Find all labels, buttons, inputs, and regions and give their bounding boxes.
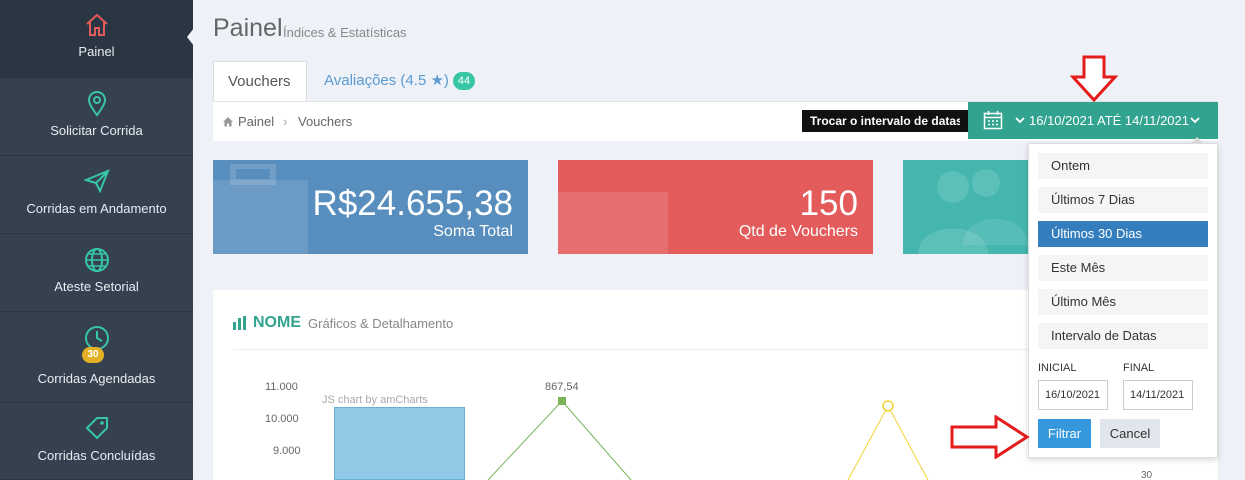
card-desc: Soma Total: [433, 223, 513, 240]
sidebar-item-label: Painel: [78, 44, 115, 59]
card-value: 150: [799, 184, 858, 223]
users-icon: [918, 169, 1028, 254]
home-icon: [85, 13, 108, 36]
sidebar-item-label: Corridas Concluídas: [37, 448, 156, 463]
ticket-icon: [558, 192, 668, 254]
sidebar-item-painel[interactable]: Painel: [0, 0, 193, 78]
reviews-count-badge: 44: [452, 72, 476, 91]
briefcase-icon: [213, 164, 308, 254]
breadcrumb-link-painel[interactable]: Painel: [238, 114, 274, 129]
arrow-right-annotation-icon: [950, 415, 1030, 459]
breadcrumb-current: Vouchers: [298, 114, 353, 129]
map-pin-icon: [87, 91, 106, 117]
range-option-este-mes[interactable]: Este Mês: [1038, 255, 1208, 281]
data-label: 867,54: [545, 381, 579, 393]
sidebar-item-corridas-concluidas[interactable]: Corridas Concluídas: [0, 403, 193, 480]
tooltip-arrow: [960, 116, 966, 126]
daterange-tooltip: Trocar o intervalo de datas: [802, 110, 971, 132]
card-value: R$24.655,38: [312, 184, 513, 223]
daterange-dropdown: Ontem Últimos 7 Dias Últimos 30 Dias Est…: [1028, 143, 1218, 458]
tag-icon: [85, 417, 108, 440]
page-scrollbar[interactable]: [1232, 0, 1245, 480]
stat-card-total[interactable]: R$24.655,38 Soma Total: [213, 160, 528, 254]
sidebar-item-label: Ateste Setorial: [54, 279, 139, 294]
tab-label: Avaliações (4.5 ★): [324, 72, 449, 89]
sidebar: Painel Solicitar Corrida Corridas em And…: [0, 0, 194, 480]
stat-card-vouchers[interactable]: 150 Qtd de Vouchers: [558, 160, 873, 254]
data-label: 30: [1141, 470, 1153, 480]
range-option-ontem[interactable]: Ontem: [1038, 153, 1208, 179]
range-option-intervalo[interactable]: Intervalo de Datas: [1038, 323, 1208, 349]
tab-vouchers[interactable]: Vouchers: [213, 61, 307, 102]
sidebar-item-corridas-andamento[interactable]: Corridas em Andamento: [0, 156, 193, 234]
page-title: Painel: [213, 14, 283, 42]
final-date-label: FINAL: [1123, 362, 1155, 374]
card-desc: Qtd de Vouchers: [738, 223, 858, 240]
sidebar-item-ateste-setorial[interactable]: Ateste Setorial: [0, 234, 193, 312]
sidebar-item-label: Solicitar Corrida: [50, 123, 143, 138]
daterange-label: 16/10/2021 ATÉ 14/11/2021: [1029, 113, 1189, 128]
initial-date-input[interactable]: 16/10/2021: [1038, 380, 1108, 410]
final-date-input[interactable]: 14/11/2021: [1123, 380, 1193, 410]
active-indicator: [187, 28, 194, 46]
sidebar-item-solicitar-corrida[interactable]: Solicitar Corrida: [0, 78, 193, 156]
home-small-icon: [223, 117, 233, 127]
send-icon: [83, 169, 110, 193]
sidebar-item-label: Corridas Agendadas: [37, 371, 156, 386]
stat-card-users[interactable]: [903, 160, 1033, 254]
sidebar-item-label: Corridas em Andamento: [26, 201, 167, 216]
chevron-down-icon: [1015, 117, 1025, 124]
initial-date-label: INICIAL: [1038, 362, 1077, 374]
chevron-down-icon: [1190, 117, 1200, 124]
calendar-icon: [983, 111, 1003, 130]
globe-icon: [84, 248, 109, 272]
range-option-30-dias[interactable]: Últimos 30 Dias: [1038, 221, 1208, 247]
arrow-down-annotation-icon: [1070, 55, 1118, 103]
chevron-right-icon: ›: [283, 114, 288, 129]
page-subtitle: Índices & Estatísticas: [283, 25, 407, 40]
range-option-7-dias[interactable]: Últimos 7 Dias: [1038, 187, 1208, 213]
cancel-button[interactable]: Cancel: [1100, 419, 1160, 448]
tab-avaliacoes[interactable]: Avaliações (4.5 ★) 44: [310, 61, 489, 102]
daterange-button[interactable]: 16/10/2021 ATÉ 14/11/2021: [968, 102, 1218, 139]
filter-button[interactable]: Filtrar: [1038, 419, 1091, 448]
scheduled-count-badge: 30: [82, 347, 104, 363]
range-option-ultimo-mes[interactable]: Último Mês: [1038, 289, 1208, 315]
